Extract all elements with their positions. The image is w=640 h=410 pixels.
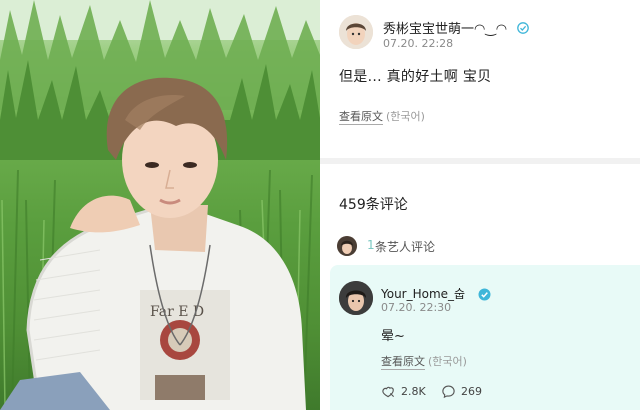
view-original-label: 查看原文: [381, 355, 425, 370]
comment-timestamp: 07.20. 22:30: [381, 301, 452, 314]
author-avatar[interactable]: [339, 15, 373, 49]
comment-text: 晕~: [381, 329, 405, 344]
screenshot: Far E D 秀彬宝宝世萌一◠‿◠ 07.20. 22:28 但是... 真的…: [0, 0, 640, 410]
artist-comment-count: 1: [367, 238, 375, 252]
post-header: 秀彬宝宝世萌一◠‿◠ 07.20. 22:28: [339, 15, 629, 55]
post-text: 但是... 真的好土啊 宝贝: [339, 69, 492, 85]
photo-illustration: Far E D: [0, 0, 320, 410]
avatar-image: [339, 15, 373, 49]
verified-badge-icon: [517, 19, 529, 34]
verified-badge-icon: [478, 286, 491, 301]
original-language-label: (한국어): [386, 110, 425, 123]
artist-comments-link[interactable]: 1 条艺人评论: [337, 235, 617, 257]
view-original-button[interactable]: 查看原文 (한국어): [339, 108, 425, 125]
comment-view-original-button[interactable]: 查看原文 (한국어): [381, 353, 467, 370]
comment-count: 459条评论: [339, 197, 408, 213]
reply-count: 269: [461, 384, 482, 398]
comment-bubble-icon: [442, 384, 455, 398]
like-button[interactable]: 2.8K: [381, 383, 426, 399]
author-name[interactable]: 秀彬宝宝世萌一◠‿◠: [383, 18, 507, 37]
artist-avatar: [337, 236, 357, 256]
view-original-label: 查看原文: [339, 110, 383, 125]
comment-actions: 2.8K 269: [381, 383, 581, 399]
post-timestamp: 07.20. 22:28: [383, 37, 454, 50]
like-count: 2.8K: [401, 384, 426, 398]
commenter-name[interactable]: Your_Home_숩: [381, 285, 465, 302]
original-language-label: (한국어): [428, 355, 467, 368]
like-icon: [382, 386, 395, 397]
section-divider: [320, 158, 640, 164]
commenter-avatar[interactable]: [339, 281, 373, 315]
post-photo[interactable]: Far E D: [0, 0, 320, 410]
artist-comment-label: 条艺人评论: [375, 240, 436, 254]
post-detail-panel: 秀彬宝宝世萌一◠‿◠ 07.20. 22:28 但是... 真的好土啊 宝贝 查…: [320, 0, 640, 410]
reply-button[interactable]: 269: [441, 383, 482, 399]
artist-comment-card: Your_Home_숩 07.20. 22:30 晕~ 查看原文 (한국어) 2…: [330, 265, 640, 410]
